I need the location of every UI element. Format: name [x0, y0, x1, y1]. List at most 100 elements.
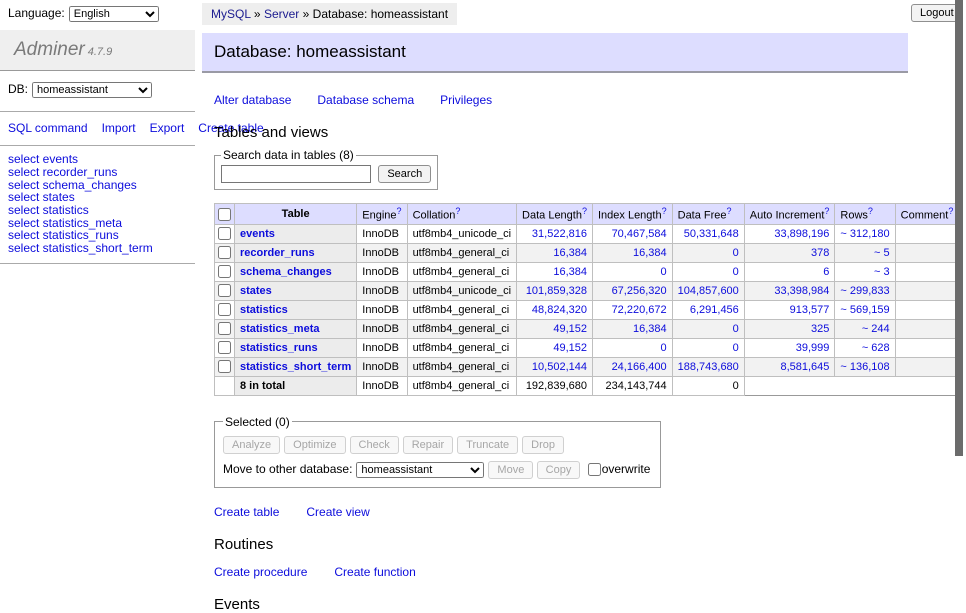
engine-help-link[interactable]: ?	[397, 206, 402, 216]
data-free-link[interactable]: 0	[733, 247, 739, 259]
data-free-link[interactable]: 0	[733, 342, 739, 354]
auto-increment-link[interactable]: 39,999	[796, 342, 830, 354]
auto-increment-help-link[interactable]: ?	[824, 206, 829, 216]
index-length-link[interactable]: 72,220,672	[612, 304, 667, 316]
database-schema-link[interactable]: Database schema	[317, 93, 414, 107]
move-db-label: Move to other database:	[223, 462, 352, 476]
breadcrumb-server-link[interactable]: Server	[264, 7, 299, 21]
table-name-link[interactable]: statistics_runs	[240, 342, 318, 354]
drop-button[interactable]: Drop	[522, 436, 564, 454]
index-length-link[interactable]: 24,166,400	[612, 361, 667, 373]
table-name-link[interactable]: states	[240, 285, 272, 297]
data-free-help-link[interactable]: ?	[727, 206, 732, 216]
db-select[interactable]: homeassistant	[32, 82, 152, 98]
optimize-button[interactable]: Optimize	[284, 436, 345, 454]
overwrite-checkbox[interactable]	[588, 463, 601, 476]
row-checkbox[interactable]	[218, 303, 231, 316]
index-length-help-link[interactable]: ?	[662, 206, 667, 216]
create-procedure-link[interactable]: Create procedure	[214, 565, 307, 579]
create-function-link[interactable]: Create function	[334, 565, 415, 579]
breadcrumb-mysql-link[interactable]: MySQL	[211, 7, 251, 21]
auto-increment-link[interactable]: 33,398,984	[774, 285, 829, 297]
rows-count-link[interactable]: ~ 299,833	[840, 285, 889, 297]
data-free-link[interactable]: 6,291,456	[690, 304, 739, 316]
select-all-checkbox[interactable]	[218, 208, 231, 221]
data-free-link[interactable]: 50,331,648	[684, 228, 739, 240]
truncate-button[interactable]: Truncate	[457, 436, 518, 454]
table-name-link[interactable]: recorder_runs	[240, 247, 315, 259]
language-select[interactable]: English	[69, 6, 159, 22]
row-checkbox[interactable]	[218, 227, 231, 240]
auto-increment-link[interactable]: 6	[823, 266, 829, 278]
table-name-link[interactable]: statistics_short_term	[240, 361, 351, 373]
table-name-link[interactable]: events	[240, 228, 275, 240]
data-length-link[interactable]: 48,824,320	[532, 304, 587, 316]
data-free-link[interactable]: 104,857,600	[678, 285, 739, 297]
auto-increment-link[interactable]: 8,581,645	[780, 361, 829, 373]
rows-count-link[interactable]: ~ 312,180	[840, 228, 889, 240]
import-link[interactable]: Import	[102, 121, 136, 135]
index-length-link[interactable]: 0	[661, 266, 667, 278]
move-button[interactable]: Move	[488, 461, 533, 479]
data-length-link[interactable]: 16,384	[553, 247, 587, 259]
check-button[interactable]: Check	[350, 436, 399, 454]
table-name-link[interactable]: statistics	[240, 304, 288, 316]
search-input[interactable]	[221, 165, 371, 183]
rows-count-link[interactable]: ~ 5	[874, 247, 890, 259]
privileges-link[interactable]: Privileges	[440, 93, 492, 107]
copy-button[interactable]: Copy	[537, 461, 581, 479]
row-checkbox[interactable]	[218, 265, 231, 278]
rows-help-link[interactable]: ?	[868, 206, 873, 216]
data-length-link[interactable]: 31,522,816	[532, 228, 587, 240]
table-name-link[interactable]: schema_changes	[240, 266, 332, 278]
row-checkbox[interactable]	[218, 322, 231, 335]
rows-count-link[interactable]: ~ 3	[874, 266, 890, 278]
sidebar-item-select-events[interactable]: select events	[8, 153, 187, 166]
rows-count-link[interactable]: ~ 628	[862, 342, 890, 354]
index-length-link[interactable]: 16,384	[633, 323, 667, 335]
data-length-link[interactable]: 49,152	[553, 323, 587, 335]
data-length-help-link[interactable]: ?	[582, 206, 587, 216]
index-length-link[interactable]: 0	[661, 342, 667, 354]
rows-count-link[interactable]: ~ 569,159	[840, 304, 889, 316]
data-free-link[interactable]: 188,743,680	[678, 361, 739, 373]
collation-help-link[interactable]: ?	[455, 206, 460, 216]
vertical-scrollbar[interactable]	[955, 0, 963, 456]
auto-increment-link[interactable]: 913,577	[790, 304, 830, 316]
search-button[interactable]: Search	[378, 165, 431, 183]
data-free-link[interactable]: 0	[733, 323, 739, 335]
auto-increment-link[interactable]: 325	[811, 323, 829, 335]
index-length-link[interactable]: 67,256,320	[612, 285, 667, 297]
row-checkbox[interactable]	[218, 284, 231, 297]
auto-increment-link[interactable]: 33,898,196	[774, 228, 829, 240]
row-checkbox[interactable]	[218, 246, 231, 259]
rows-count-link[interactable]: ~ 244	[862, 323, 890, 335]
data-free-link[interactable]: 0	[733, 266, 739, 278]
adminer-version: 4.7.9	[88, 46, 112, 58]
rows-count-link[interactable]: ~ 136,108	[840, 361, 889, 373]
table-row: statistics_short_term InnoDB utf8mb4_gen…	[215, 357, 959, 376]
create-view-link[interactable]: Create view	[306, 505, 369, 519]
sidebar-item-select-statistics-short-term[interactable]: select statistics_short_term	[8, 242, 187, 255]
row-checkbox[interactable]	[218, 360, 231, 373]
repair-button[interactable]: Repair	[403, 436, 453, 454]
index-length-link[interactable]: 16,384	[633, 247, 667, 259]
export-link[interactable]: Export	[150, 121, 185, 135]
data-length-link[interactable]: 49,152	[553, 342, 587, 354]
data-length-link[interactable]: 16,384	[553, 266, 587, 278]
data-length-link[interactable]: 101,859,328	[526, 285, 587, 297]
move-db-select[interactable]: homeassistant	[356, 462, 484, 478]
create-table-link[interactable]: Create table	[214, 505, 279, 519]
table-name-link[interactable]: statistics_meta	[240, 323, 320, 335]
sidebar-item-select-statistics[interactable]: select statistics	[8, 204, 187, 217]
sidebar-item-select-recorder-runs[interactable]: select recorder_runs	[8, 166, 187, 179]
adminer-name[interactable]: Adminer	[14, 39, 85, 60]
index-length-link[interactable]: 70,467,584	[612, 228, 667, 240]
comment-help-link[interactable]: ?	[948, 206, 953, 216]
sql-command-link[interactable]: SQL command	[8, 121, 88, 135]
auto-increment-link[interactable]: 378	[811, 247, 829, 259]
data-length-link[interactable]: 10,502,144	[532, 361, 587, 373]
row-checkbox[interactable]	[218, 341, 231, 354]
analyze-button[interactable]: Analyze	[223, 436, 280, 454]
alter-database-link[interactable]: Alter database	[214, 93, 291, 107]
